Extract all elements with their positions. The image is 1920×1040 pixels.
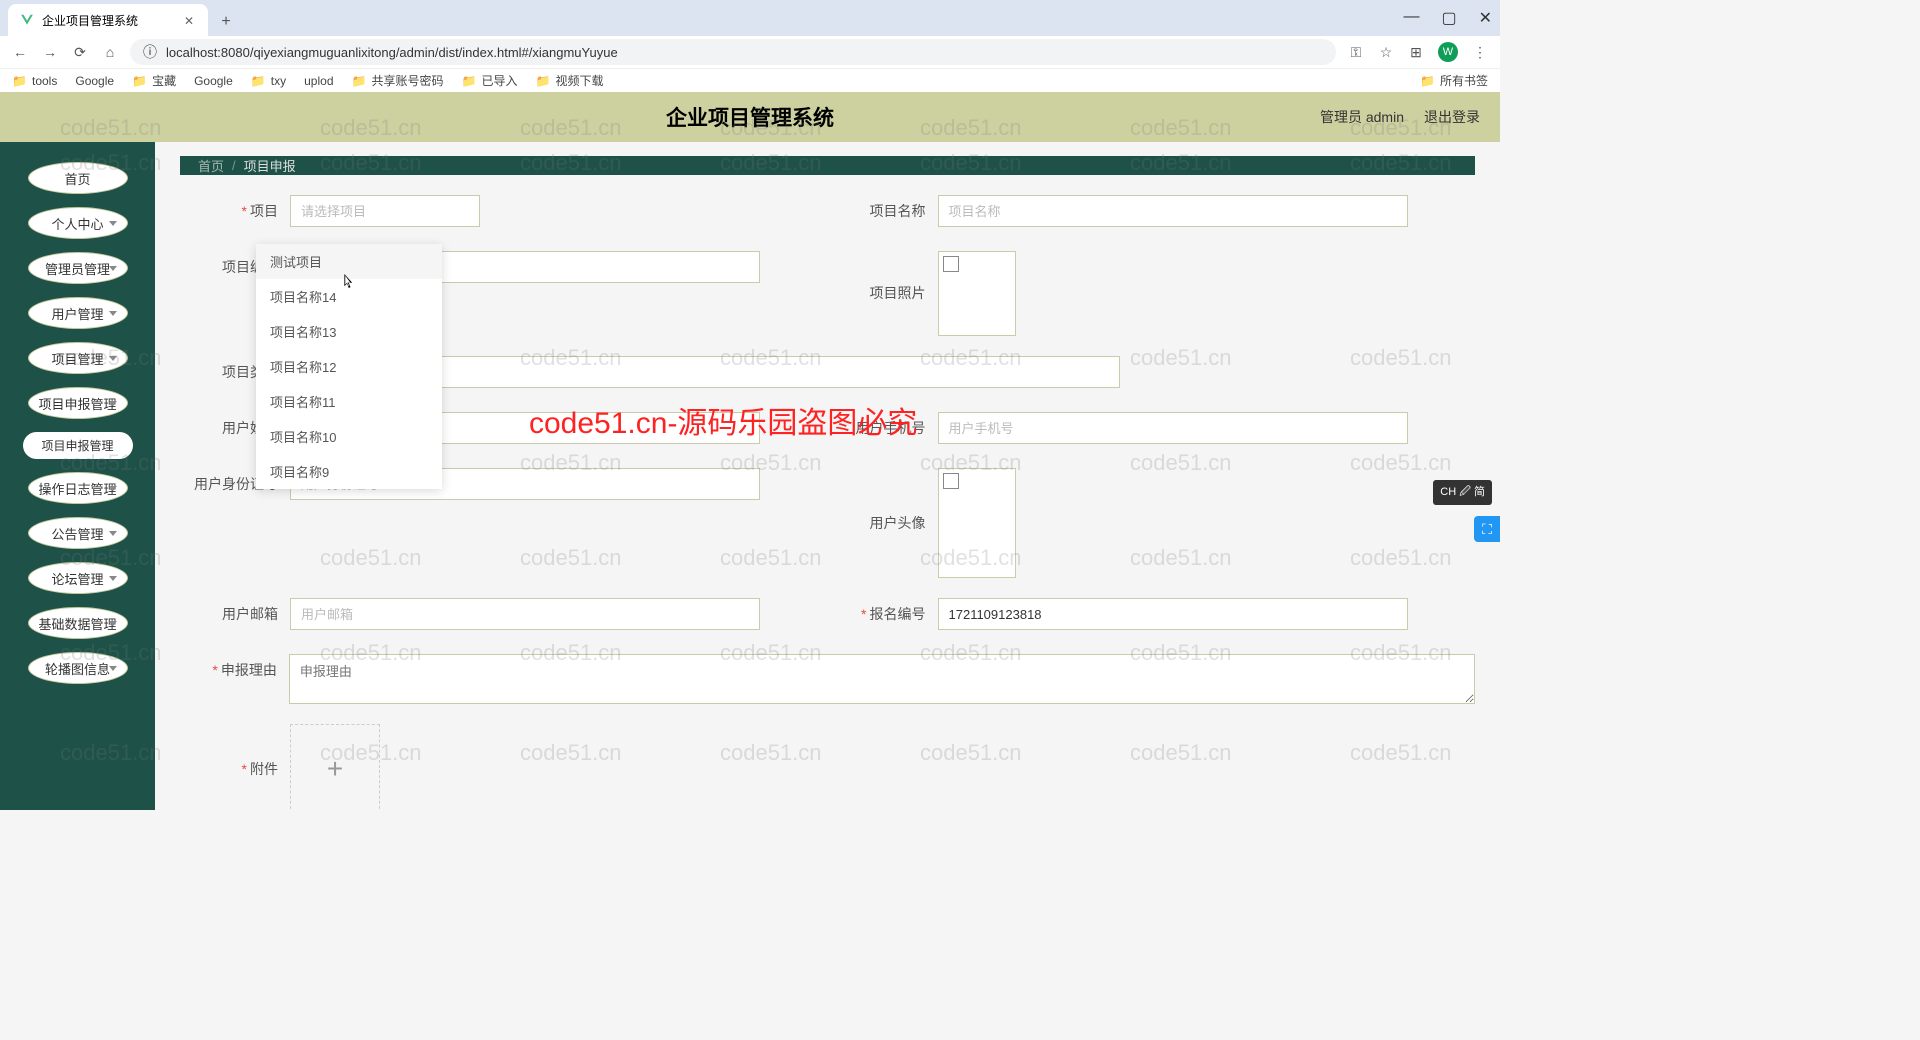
breadcrumb-home[interactable]: 首页 — [198, 156, 224, 175]
dropdown-option[interactable]: 项目名称9 — [256, 454, 442, 489]
url-field[interactable]: ⓘ localhost:8080/qiyexiangmuguanlixitong… — [130, 39, 1336, 65]
app-title: 企业项目管理系统 — [666, 102, 834, 132]
dropdown-option[interactable]: 项目名称10 — [256, 419, 442, 454]
bookmark-item[interactable]: 📁tools — [12, 74, 57, 88]
label-user-phone: 用户手机号 — [828, 412, 938, 444]
label-user-email: 用户邮箱 — [180, 598, 290, 630]
bookmark-item[interactable]: 📁已导入 — [462, 72, 518, 89]
sidebar-item-personal[interactable]: 个人中心 — [28, 207, 128, 239]
breadcrumb-current: 项目申报 — [244, 156, 296, 175]
breadcrumb-separator: / — [232, 158, 236, 173]
project-dropdown: 测试项目 项目名称14 项目名称13 项目名称12 项目名称11 项目名称10 … — [256, 244, 442, 489]
bookmark-item[interactable]: uplod — [304, 74, 333, 88]
nav-back-icon[interactable]: ← — [12, 44, 28, 60]
profile-avatar[interactable]: W — [1438, 42, 1458, 62]
label-project: *项目 — [180, 195, 290, 227]
dropdown-option[interactable]: 项目名称13 — [256, 314, 442, 349]
app-header: 企业项目管理系统 管理员 admin 退出登录 — [0, 92, 1500, 142]
site-info-icon[interactable]: ⓘ — [142, 44, 158, 60]
user-avatar-box[interactable] — [938, 468, 1016, 578]
dropdown-option[interactable]: 测试项目 — [256, 244, 442, 279]
sidebar-item-basedata-mgmt[interactable]: 基础数据管理 — [28, 607, 128, 639]
ime-badge[interactable]: CH 🖉 简 — [1433, 480, 1492, 505]
folder-icon: 📁 — [352, 74, 366, 88]
tab-strip: 企业项目管理系统 ✕ + — ▢ ✕ — [0, 0, 1500, 36]
sidebar-item-project-mgmt[interactable]: 项目管理 — [28, 342, 128, 374]
sidebar-item-carousel[interactable]: 轮播图信息 — [28, 652, 128, 684]
dropdown-option[interactable]: 项目名称11 — [256, 384, 442, 419]
admin-label[interactable]: 管理员 admin — [1320, 107, 1404, 127]
folder-icon: 📁 — [536, 74, 550, 88]
user-phone-input[interactable] — [938, 412, 1408, 444]
breadcrumb: 首页 / 项目申报 — [180, 156, 1475, 175]
window-maximize-icon[interactable]: ▢ — [1441, 8, 1456, 28]
project-name-input[interactable] — [938, 195, 1408, 227]
app-container: 企业项目管理系统 管理员 admin 退出登录 首页 个人中心 管理员管理 用户… — [0, 92, 1500, 810]
sidebar-item-notice-mgmt[interactable]: 公告管理 — [28, 517, 128, 549]
bookmarks-bar: 📁tools Google 📁宝藏 Google 📁txy uplod 📁共享账… — [0, 68, 1500, 92]
bookmark-item[interactable]: Google — [194, 74, 233, 88]
label-reason: *申报理由 — [180, 654, 289, 686]
bookmark-item[interactable]: 📁视频下载 — [536, 72, 604, 89]
logout-link[interactable]: 退出登录 — [1424, 107, 1480, 127]
vue-favicon-icon — [20, 13, 34, 27]
browser-tab[interactable]: 企业项目管理系统 ✕ — [8, 4, 208, 36]
new-tab-button[interactable]: + — [212, 8, 240, 36]
folder-icon: 📁 — [132, 74, 146, 88]
sidebar-item-user-mgmt[interactable]: 用户管理 — [28, 297, 128, 329]
folder-icon: 📁 — [251, 74, 265, 88]
project-photo-box[interactable] — [938, 251, 1016, 336]
extensions-icon[interactable]: ⊞ — [1408, 44, 1424, 60]
project-select[interactable] — [290, 195, 480, 227]
sidebar-item-log-mgmt[interactable]: 操作日志管理 — [28, 472, 128, 504]
sidebar-item-project-apply-mgmt[interactable]: 项目申报管理 — [28, 387, 128, 419]
address-bar: ← → ⟳ ⌂ ⓘ localhost:8080/qiyexiangmuguan… — [0, 36, 1500, 68]
bookmark-item[interactable]: 📁txy — [251, 74, 286, 88]
sidebar-subitem-project-apply[interactable]: 项目申报管理 — [23, 432, 133, 459]
attach-upload[interactable]: + — [290, 724, 380, 810]
tab-title: 企业项目管理系统 — [42, 12, 138, 29]
side-tool-icon[interactable]: ⛶ — [1474, 516, 1500, 542]
dropdown-option[interactable]: 项目名称12 — [256, 349, 442, 384]
window-minimize-icon[interactable]: — — [1403, 8, 1419, 28]
sidebar-item-admin-mgmt[interactable]: 管理员管理 — [28, 252, 128, 284]
label-reg-no: *报名编号 — [828, 598, 938, 630]
bookmark-item[interactable]: 📁共享账号密码 — [352, 72, 444, 89]
label-attach: *附件 — [180, 724, 290, 810]
folder-icon: 📁 — [1420, 74, 1434, 88]
reason-textarea[interactable] — [289, 654, 1475, 704]
folder-icon: 📁 — [12, 74, 26, 88]
browser-chrome: 企业项目管理系统 ✕ + — ▢ ✕ ← → ⟳ ⌂ ⓘ localhost:8… — [0, 0, 1500, 92]
sidebar-item-home[interactable]: 首页 — [28, 162, 128, 194]
label-project-name: 项目名称 — [828, 195, 938, 227]
sidebar-item-forum-mgmt[interactable]: 论坛管理 — [28, 562, 128, 594]
bookmark-item[interactable]: Google — [75, 74, 114, 88]
reg-no-input[interactable] — [938, 598, 1408, 630]
folder-icon: 📁 — [462, 74, 476, 88]
nav-reload-icon[interactable]: ⟳ — [72, 44, 88, 60]
window-controls: — ▢ ✕ — [1403, 8, 1492, 28]
password-key-icon[interactable]: ⚿ — [1348, 44, 1364, 60]
nav-forward-icon[interactable]: → — [42, 44, 58, 60]
user-email-input[interactable] — [290, 598, 760, 630]
url-text: localhost:8080/qiyexiangmuguanlixitong/a… — [166, 45, 618, 60]
tab-close-icon[interactable]: ✕ — [184, 14, 196, 26]
sidebar: 首页 个人中心 管理员管理 用户管理 项目管理 项目申报管理 项目申报管理 操作… — [0, 142, 155, 810]
bookmark-item[interactable]: 📁宝藏 — [132, 72, 176, 89]
all-bookmarks[interactable]: 📁所有书签 — [1420, 72, 1488, 89]
bookmark-star-icon[interactable]: ☆ — [1378, 44, 1394, 60]
label-project-photo: 项目照片 — [828, 251, 938, 336]
dropdown-option[interactable]: 项目名称14 — [256, 279, 442, 314]
menu-dots-icon[interactable]: ⋮ — [1472, 44, 1488, 60]
label-user-avatar: 用户头像 — [828, 468, 938, 578]
nav-home-icon[interactable]: ⌂ — [102, 44, 118, 60]
window-close-icon[interactable]: ✕ — [1479, 8, 1492, 28]
